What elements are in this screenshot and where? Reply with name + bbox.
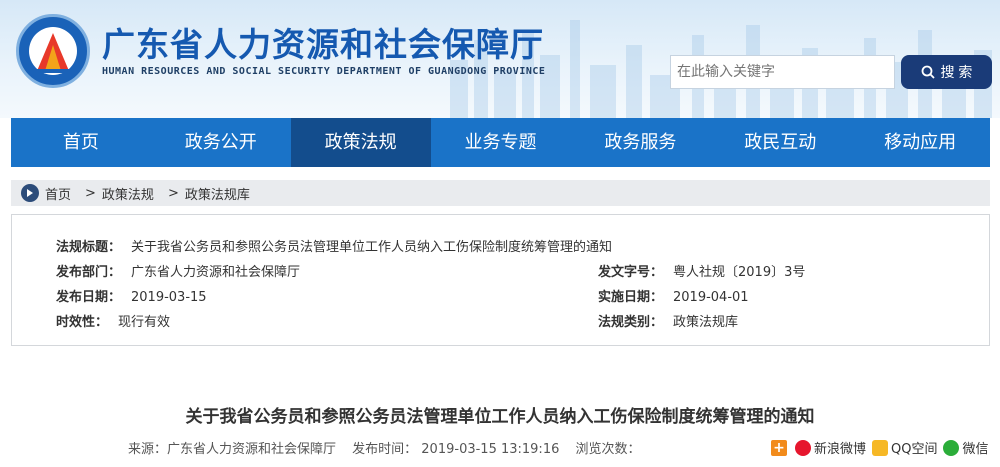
site-title[interactable]: 广东省人力资源和社会保障厅 [102,18,544,66]
info-validity-value: 现行有效 [118,315,171,330]
qzone-icon [872,439,889,456]
article-title: 关于我省公务员和参照公务员法管理单位工作人员纳入工伤保险制度统筹管理的通知 [185,407,815,427]
weibo-icon [795,439,811,456]
article-views: 浏览次数： [575,442,641,457]
nav-item-topics[interactable]: 业务专题 [431,118,571,167]
info-docno-label: 发文字号： [598,265,664,280]
search-button[interactable]: 搜 索 [901,55,992,89]
info-title-label: 法规标题： [56,240,122,255]
search-icon [921,65,935,79]
share-wechat-button[interactable]: 微信 [943,438,989,457]
breadcrumb: 首页 > 政策法规 > 政策法规库 [11,180,990,206]
info-validity-label: 时效性： [56,315,109,330]
breadcrumb-policy[interactable]: 政策法规 [102,184,154,203]
nav-item-interaction[interactable]: 政民互动 [710,118,850,167]
share-weibo-label: 新浪微博 [814,442,867,457]
search-input[interactable] [670,55,895,89]
info-pubdate-label: 发布日期： [56,290,122,305]
info-docno-value: 粤人社规〔2019〕3号 [673,265,806,280]
nav-item-home[interactable]: 首页 [11,118,151,167]
info-pubdate-row: 发布日期： 2019-03-15 [56,286,207,305]
share-more-icon[interactable]: + [771,439,787,456]
breadcrumb-separator: > [85,185,96,201]
site-logo[interactable] [16,14,90,88]
share-qzone-label: QQ空间 [891,442,938,457]
info-dept-row: 发布部门： 广东省人力资源和社会保障厅 [56,261,300,280]
info-title-value: 关于我省公务员和参照公务员法管理单位工作人员纳入工伤保险制度统筹管理的通知 [131,240,613,255]
breadcrumb-separator: > [167,185,179,201]
info-impldate-value: 2019-04-01 [673,290,749,305]
info-category-label: 法规类别： [598,315,664,330]
info-dept-value: 广东省人力资源和社会保障厅 [131,265,301,280]
info-category-value: 政策法规库 [673,315,739,330]
search-button-label: 搜 索 [940,64,973,80]
site-header: 广东省人力资源和社会保障厅 HUMAN RESOURCES AND SOCIAL… [0,0,1000,118]
logo-emblem-icon [35,33,71,73]
nav-item-policy[interactable]: 政策法规 [290,118,431,167]
article-source: 来源：广东省人力资源和社会保障厅 [128,442,337,457]
share-qzone-button[interactable]: QQ空间 [872,438,937,457]
article-meta: 来源：广东省人力资源和社会保障厅 发布时间： 2019-03-15 13:19:… [128,438,653,457]
info-impldate-row: 实施日期： 2019-04-01 [598,286,749,305]
info-dept-label: 发布部门： [56,265,122,280]
article-pub-time: 发布时间： 2019-03-15 13:19:16 [352,442,560,457]
info-validity-row: 时效性： 现行有效 [56,311,170,330]
info-docno-row: 发文字号： 粤人社规〔2019〕3号 [598,261,805,280]
info-title-row: 法规标题： 关于我省公务员和参照公务员法管理单位工作人员纳入工伤保险制度统筹管理的… [56,236,612,255]
info-pubdate-value: 2019-03-15 [131,290,207,305]
wechat-icon [943,439,960,456]
nav-item-mobile[interactable]: 移动应用 [850,118,990,167]
main-nav: 首页 政务公开 政策法规 业务专题 政务服务 政民互动 移动应用 [11,118,990,167]
breadcrumb-home[interactable]: 首页 [45,184,71,203]
info-impldate-label: 实施日期： [598,290,664,305]
info-category-row: 法规类别： 政策法规库 [598,311,738,330]
share-wechat-label: 微信 [962,442,989,457]
share-weibo-button[interactable]: 新浪微博 [795,438,866,457]
share-bar: + 新浪微博 QQ空间 微信 [771,438,995,457]
breadcrumb-policy-library[interactable]: 政策法规库 [185,184,250,203]
home-icon[interactable] [21,184,39,202]
regulation-info-box: 法规标题： 关于我省公务员和参照公务员法管理单位工作人员纳入工伤保险制度统筹管理的… [11,214,990,346]
nav-item-services[interactable]: 政务服务 [570,118,710,167]
nav-item-gov-affairs[interactable]: 政务公开 [151,118,291,167]
site-subtitle: HUMAN RESOURCES AND SOCIAL SECURITY DEPA… [102,66,546,77]
